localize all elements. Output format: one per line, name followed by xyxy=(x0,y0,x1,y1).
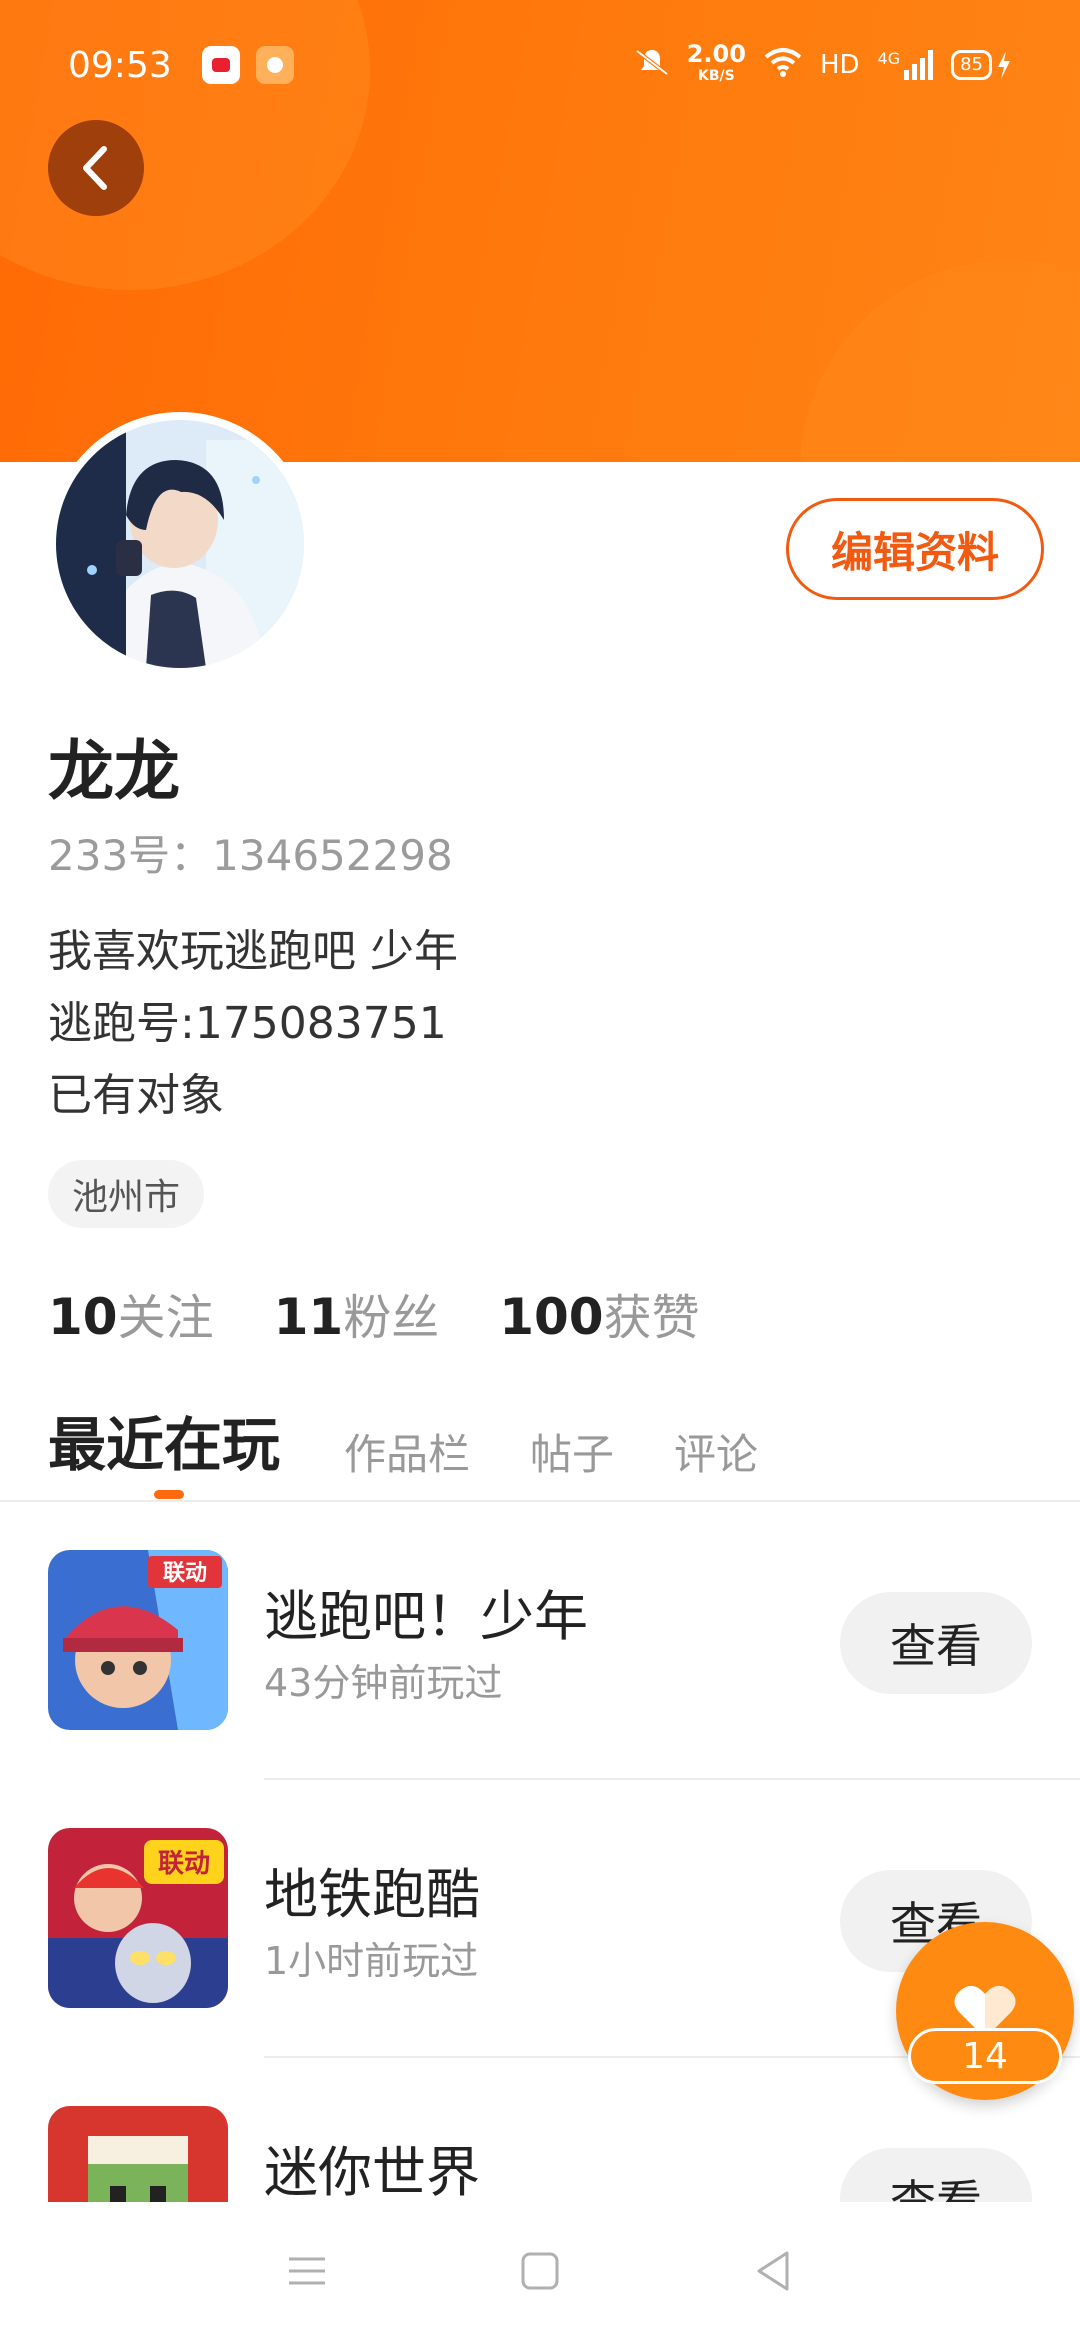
game-last-played: 43分钟前玩过 xyxy=(264,1661,503,1705)
game-icon-mini-world[interactable] xyxy=(48,2106,228,2202)
view-button[interactable]: 查看 xyxy=(840,1592,1032,1694)
avatar-illustration xyxy=(56,420,304,668)
stats: 10 关注 11 粉丝 100 获赞 xyxy=(48,1278,700,1348)
video-app-notification-icon xyxy=(201,46,240,84)
game-icon-escape[interactable]: 联动 xyxy=(48,1550,228,1730)
network-speed: 2.00 KB/S xyxy=(686,40,746,84)
view-button[interactable]: 查看 xyxy=(840,2148,1032,2202)
stat-followers[interactable]: 11 粉丝 xyxy=(274,1278,440,1348)
username: 龙龙 xyxy=(48,733,180,810)
tab-posts[interactable]: 帖子 xyxy=(530,1421,614,1482)
game-last-played: 1小时前玩过 xyxy=(264,1939,479,1983)
network-type: 4G xyxy=(877,49,901,68)
charging-icon xyxy=(998,51,1010,79)
game-name: 逃跑吧！少年 xyxy=(264,1585,588,1648)
system-nav-bar xyxy=(0,2206,1080,2340)
status-time: 09:53 xyxy=(68,44,172,86)
bio-line: 我喜欢玩逃跑吧 少年 xyxy=(48,926,458,977)
silent-bell-icon xyxy=(635,47,669,84)
menu-icon[interactable] xyxy=(287,2254,327,2292)
game-badge: 联动 xyxy=(158,1849,210,1879)
list-item[interactable]: 迷你世界 查看 xyxy=(0,2058,1080,2202)
like-count-badge: 14 xyxy=(908,2028,1062,2084)
profile-page: 09:53 2.00 KB/S HD 4G 85 编辑资料 龙龙 233号：13… xyxy=(0,0,1080,2340)
signal-icon xyxy=(904,50,934,80)
tab-recently-played[interactable]: 最近在玩 xyxy=(48,1398,280,1482)
game-list: 联动 逃跑吧！少年 43分钟前玩过 查看 联动 地铁跑酷 1小时前玩过 查看 迷… xyxy=(0,1502,1080,2202)
bio-line: 逃跑号:175083751 xyxy=(48,998,447,1049)
header-banner: 09:53 2.00 KB/S HD 4G 85 xyxy=(0,0,1080,462)
game-name: 地铁跑酷 xyxy=(264,1863,480,1926)
user-id: 233号：134652298 xyxy=(48,831,453,880)
list-item[interactable]: 联动 逃跑吧！少年 43分钟前玩过 查看 xyxy=(0,1502,1080,1780)
active-tab-indicator xyxy=(154,1490,184,1499)
home-icon[interactable] xyxy=(520,2251,560,2295)
tab-comments[interactable]: 评论 xyxy=(674,1421,758,1482)
hd-indicator: HD xyxy=(819,50,860,80)
location-chip[interactable]: 池州市 xyxy=(48,1160,205,1228)
app-notification-icon xyxy=(255,46,294,84)
edit-profile-button[interactable]: 编辑资料 xyxy=(786,498,1044,600)
bio-line: 已有对象 xyxy=(48,1070,224,1121)
game-icon-subway[interactable]: 联动 xyxy=(48,1828,228,2008)
bio: 我喜欢玩逃跑吧 少年 逃跑号:175083751 已有对象 xyxy=(48,916,458,1132)
status-icons: 2.00 KB/S HD 4G 85 xyxy=(635,40,1012,87)
stat-following[interactable]: 10 关注 xyxy=(48,1278,214,1348)
status-bar: 09:53 2.00 KB/S HD 4G 85 xyxy=(0,0,1080,130)
game-name: 迷你世界 xyxy=(264,2141,480,2202)
tab-works[interactable]: 作品栏 xyxy=(344,1421,470,1482)
profile-tabs: 最近在玩 作品栏 帖子 评论 xyxy=(48,1398,818,1482)
wifi-icon xyxy=(764,47,802,84)
game-badge: 联动 xyxy=(163,1561,207,1586)
back-triangle-icon[interactable] xyxy=(753,2249,793,2297)
battery-icon: 85 xyxy=(951,50,1012,80)
chevron-left-icon xyxy=(83,146,107,190)
stat-likes[interactable]: 100 获赞 xyxy=(499,1278,699,1348)
back-button[interactable] xyxy=(48,120,144,216)
avatar[interactable] xyxy=(48,412,312,676)
